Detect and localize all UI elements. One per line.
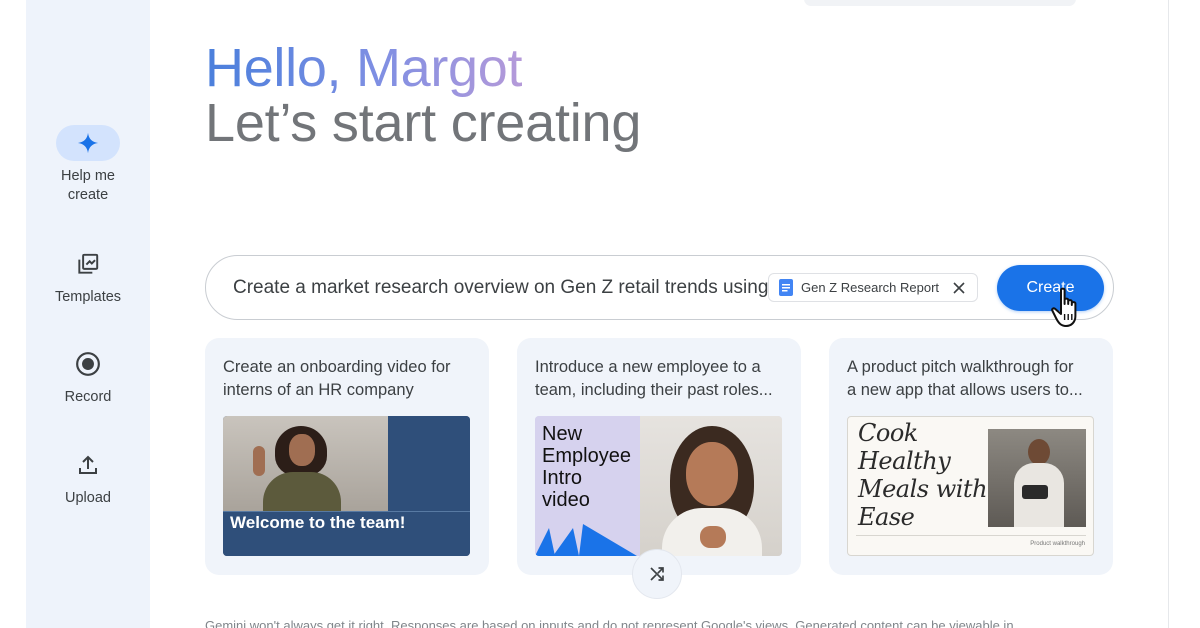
panel-divider bbox=[1168, 0, 1169, 628]
sidebar-label: Record bbox=[64, 389, 112, 405]
thumbnail-caption: Welcome to the team! bbox=[230, 513, 406, 532]
hand-cursor-icon bbox=[1051, 287, 1077, 327]
chef-photo bbox=[988, 429, 1086, 527]
greeting-title: Hello, Margot bbox=[205, 38, 523, 98]
close-icon[interactable] bbox=[953, 281, 965, 294]
sparkle-icon bbox=[77, 132, 99, 154]
active-pill bbox=[56, 125, 120, 161]
sidebar-label: Templates bbox=[54, 289, 122, 305]
prompt-input[interactable]: Create a market research overview on Gen… bbox=[205, 255, 1114, 320]
office-photo bbox=[223, 416, 388, 512]
upload-icon bbox=[79, 455, 97, 474]
sidebar-label: create bbox=[67, 187, 109, 203]
card-thumbnail: Welcome to the team! bbox=[223, 416, 470, 556]
card-thumbnail: Cook Healthy Meals with Ease Product wal… bbox=[847, 416, 1094, 556]
suggestion-card-onboarding[interactable]: Create an onboarding video for interns o… bbox=[205, 338, 489, 575]
disclaimer-text: Gemini won't always get it right. Respon… bbox=[205, 618, 1014, 628]
sidebar-item-record[interactable]: Record bbox=[26, 346, 150, 407]
card-description: Create an onboarding video for interns o… bbox=[223, 358, 451, 399]
card-description: Introduce a new employee to a team, incl… bbox=[535, 358, 773, 399]
thumbnail-footer: Product walkthrough bbox=[1030, 541, 1085, 547]
sidebar-item-upload[interactable]: Upload bbox=[26, 447, 150, 508]
thumbnail-title: Cook Healthy Meals with Ease bbox=[858, 419, 988, 531]
sidebar-label: Upload bbox=[65, 490, 111, 506]
triangle-decoration bbox=[535, 524, 637, 556]
attached-file-chip[interactable]: Gen Z Research Report bbox=[768, 273, 979, 302]
thumbnail-title: New Employee Intro video bbox=[542, 423, 631, 511]
suggestion-card-product-pitch[interactable]: A product pitch walkthrough for a new ap… bbox=[829, 338, 1113, 575]
sidebar-item-help-me-create[interactable]: Help me create bbox=[26, 125, 150, 205]
suggestion-card-employee-intro[interactable]: Introduce a new employee to a team, incl… bbox=[517, 338, 801, 575]
doc-icon bbox=[779, 279, 793, 296]
presenter-photo bbox=[640, 416, 782, 556]
greeting-subtitle: Let’s start creating bbox=[205, 93, 642, 153]
chip-label: Gen Z Research Report bbox=[801, 280, 940, 295]
shuffle-icon bbox=[650, 567, 664, 581]
record-icon bbox=[76, 352, 100, 376]
sidebar-label: Help me bbox=[61, 168, 115, 184]
templates-icon bbox=[78, 253, 99, 274]
top-search-hint bbox=[804, 0, 1076, 6]
greeting-hello: Hello, Margot bbox=[205, 38, 523, 98]
sidebar-item-templates[interactable]: Templates bbox=[26, 246, 150, 307]
shuffle-button[interactable] bbox=[632, 549, 682, 599]
prompt-text: Create a market research overview on Gen… bbox=[233, 277, 769, 298]
sidebar: Help me create Templates Record Upload bbox=[26, 0, 150, 628]
card-thumbnail: New Employee Intro video bbox=[535, 416, 782, 556]
card-description: A product pitch walkthrough for a new ap… bbox=[847, 358, 1083, 399]
